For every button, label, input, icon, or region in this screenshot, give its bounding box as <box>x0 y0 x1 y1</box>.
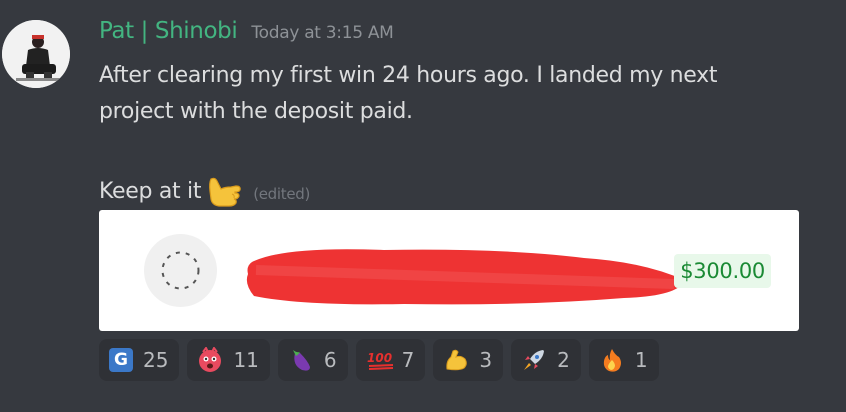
message-line: project with the deposit paid. <box>99 99 413 124</box>
reaction-count: 3 <box>479 348 493 372</box>
message-line-keep: Keep at it (edited) <box>99 172 310 212</box>
reaction-count: 2 <box>557 348 570 372</box>
hundred-points-icon: 100 <box>366 347 393 373</box>
reaction-100[interactable]: 100 7 <box>355 339 426 381</box>
reaction-count: 7 <box>401 348 415 372</box>
chat-message: Pat | Shinobi Today at 3:15 AM After cle… <box>0 0 846 412</box>
reaction-count: 11 <box>233 348 259 372</box>
reaction-count: 6 <box>323 348 337 372</box>
reaction-g[interactable]: G 25 <box>99 339 180 381</box>
reaction-count: 1 <box>634 348 648 372</box>
svg-text:100: 100 <box>367 351 392 365</box>
g-letter-icon: G <box>109 348 133 372</box>
call-me-hand-icon <box>205 175 243 209</box>
payment-embed: $300.00 <box>99 210 799 331</box>
eggplant-icon <box>288 347 314 373</box>
reaction-exploding-head[interactable]: 11 <box>187 339 270 381</box>
reaction-bar: G 25 11 6 100 7 3 2 1 <box>99 339 659 381</box>
keep-text: Keep at it <box>99 179 202 204</box>
redacted-name-scribble <box>244 240 694 314</box>
payment-amount: $300.00 <box>674 254 771 288</box>
flexed-biceps-icon <box>443 347 469 373</box>
fire-icon <box>599 347 625 373</box>
reaction-rocket[interactable]: 2 <box>511 339 581 381</box>
message-timestamp: Today at 3:15 AM <box>251 23 394 43</box>
message-content: After clearing my first win 24 hours ago… <box>99 58 819 130</box>
payer-avatar-placeholder <box>144 234 217 307</box>
edited-label: (edited) <box>253 185 311 203</box>
reaction-flexed-biceps[interactable]: 3 <box>433 339 504 381</box>
reaction-eggplant[interactable]: 6 <box>277 339 348 381</box>
reaction-fire[interactable]: 1 <box>588 339 659 381</box>
message-header: Pat | Shinobi Today at 3:15 AM <box>99 18 394 44</box>
user-avatar[interactable] <box>2 20 70 88</box>
reaction-count: 25 <box>143 348 169 372</box>
username[interactable]: Pat | Shinobi <box>99 18 238 44</box>
exploding-head-icon <box>197 346 223 373</box>
message-line: After clearing my first win 24 hours ago… <box>99 63 718 88</box>
rocket-icon <box>521 347 547 373</box>
